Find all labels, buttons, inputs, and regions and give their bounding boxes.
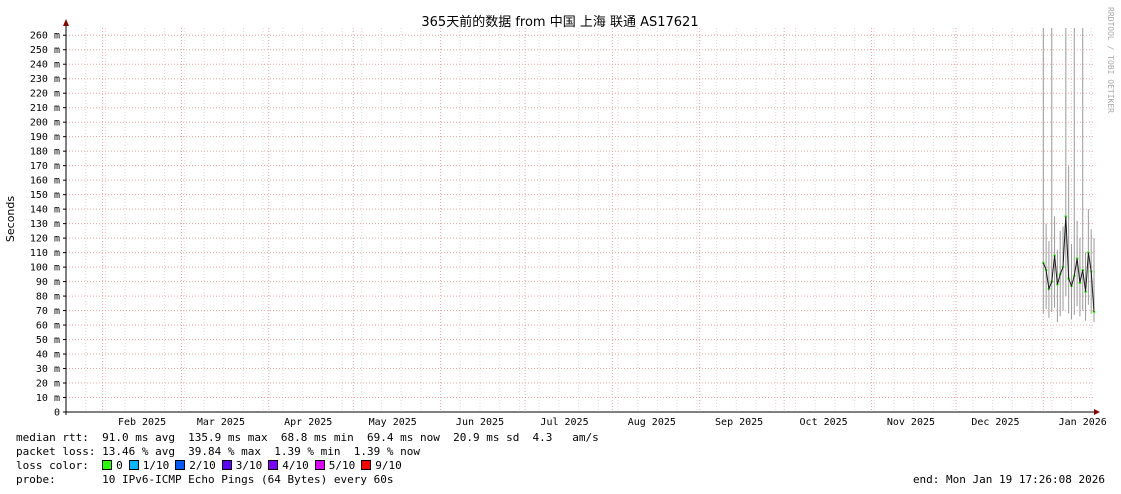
y-tick-label: 30 m (36, 364, 60, 375)
probe-line: probe: 10 IPv6-ICMP Echo Pings (64 Bytes… (16, 473, 394, 486)
y-tick-label: 160 m (30, 176, 60, 187)
y-tick-label: 230 m (30, 74, 60, 85)
smokeping-chart: 365天前的数据 from 中国 上海 联通 AS17621 Seconds R… (4, 7, 1115, 428)
y-tick-label: 40 m (36, 350, 60, 361)
y-axis-label: Seconds (4, 196, 17, 242)
x-tick-label: Nov 2025 (887, 417, 935, 428)
loss-color-value: 1/10 (142, 459, 170, 472)
x-tick-label: Apr 2025 (284, 417, 332, 428)
x-tick-label: Mar 2025 (197, 417, 245, 428)
loss-color-swatch (361, 460, 372, 470)
loss-color-item: 1/10 (128, 459, 170, 472)
loss-color-item: 5/10 (314, 459, 356, 472)
y-tick-label: 20 m (36, 379, 60, 390)
y-tick-label: 140 m (30, 205, 60, 216)
y-tick-label: 220 m (30, 89, 60, 100)
loss-color-swatch (102, 460, 113, 470)
x-tick-label: Feb 2025 (118, 417, 166, 428)
y-axis-ticks: 0 10 m 20 m 30 m 40 m 50 m 60 m 70 m 80 m 90 m 100… (30, 31, 66, 419)
loss-color-item: 9/10 (361, 459, 402, 472)
loss-color-swatch (128, 460, 139, 470)
y-tick-label: 150 m (30, 190, 60, 201)
y-tick-label: 0 (54, 408, 60, 419)
y-tick-label: 10 m (36, 393, 60, 404)
loss-color-item: 2/10 (175, 459, 216, 472)
x-axis-arrow (1094, 409, 1100, 415)
y-tick-label: 250 m (30, 45, 60, 56)
loss-color-swatch (221, 460, 232, 470)
loss-color-swatch (314, 460, 325, 470)
loss-color-item: 0 (102, 459, 123, 472)
end-time: end: Mon Jan 19 17:26:08 2026 (912, 473, 1105, 486)
y-tick-label: 60 m (36, 321, 60, 332)
loss-color-swatch (175, 460, 186, 470)
y-tick-label: 120 m (30, 234, 60, 245)
y-tick-label: 190 m (30, 132, 60, 143)
x-axis-ticks: Feb 2025 Mar 2025 Apr 2025 May 2025 Jun 2025… (118, 417, 1107, 428)
loss-color-items: 0 1/10 2/10 3/10 4/10 5/10 9/10 (102, 459, 408, 472)
y-tick-label: 170 m (30, 161, 60, 172)
y-tick-label: 90 m (36, 277, 60, 288)
y-tick-label: 210 m (30, 103, 60, 114)
y-tick-label: 130 m (30, 219, 60, 230)
y-tick-label: 110 m (30, 248, 60, 259)
loss-color-value: 4/10 (282, 459, 309, 472)
loss-color-item: 3/10 (221, 459, 263, 472)
packet-loss-line: packet loss: 13.46 % avg 39.84 % max 1.3… (16, 445, 420, 458)
loss-color-legend: loss color: 0 1/10 2/10 3/10 4/10 5/10 9/10 (16, 459, 408, 473)
loss-color-value: 5/10 (328, 459, 356, 472)
y-tick-label: 100 m (30, 263, 60, 274)
x-tick-label: Oct 2025 (800, 417, 848, 428)
grid (65, 28, 1094, 412)
x-tick-label: May 2025 (369, 417, 417, 428)
chart-title: 365天前的数据 from 中国 上海 联通 AS17621 (421, 14, 698, 30)
data-marks (1041, 28, 1096, 323)
x-tick-label: Jun 2025 (456, 417, 504, 428)
x-tick-label: Jul 2025 (540, 417, 588, 428)
y-tick-label: 80 m (36, 292, 60, 303)
loss-color-item: 4/10 (268, 459, 309, 472)
loss-color-swatch (268, 460, 279, 470)
loss-color-value: 2/10 (189, 459, 216, 472)
y-tick-label: 180 m (30, 147, 60, 158)
loss-color-value: 0 (116, 459, 123, 472)
loss-color-value: 3/10 (235, 459, 263, 472)
loss-color-value: 9/10 (375, 459, 402, 472)
x-tick-label: Sep 2025 (715, 417, 763, 428)
y-tick-label: 70 m (36, 306, 60, 317)
x-tick-label: Dec 2025 (971, 417, 1019, 428)
y-axis-arrow (63, 19, 69, 26)
y-tick-label: 260 m (30, 31, 60, 42)
axes (63, 19, 1100, 415)
rrdtool-watermark: RRDTOOL / TOBI OETIKER (1106, 7, 1115, 113)
loss-color-label: loss color: (16, 459, 89, 472)
y-tick-label: 200 m (30, 118, 60, 129)
y-tick-label: 240 m (30, 60, 60, 71)
x-tick-label: Jan 2026 (1059, 417, 1107, 428)
x-tick-label: Aug 2025 (628, 417, 676, 428)
median-rtt-line: median rtt: 91.0 ms avg 135.9 ms max 68.… (16, 431, 599, 444)
y-tick-label: 50 m (36, 335, 60, 346)
